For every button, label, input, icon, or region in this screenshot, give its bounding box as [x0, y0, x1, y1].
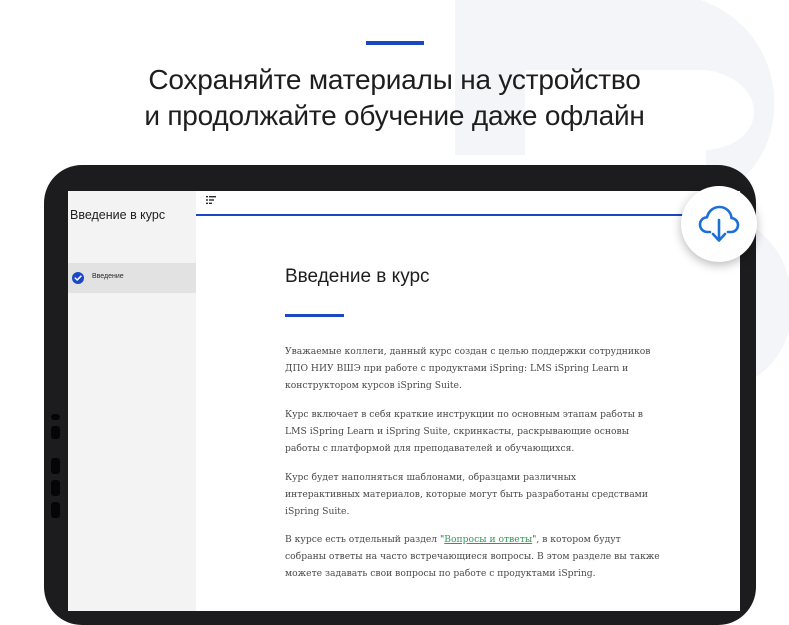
- accent-bar: [366, 41, 424, 45]
- cloud-download-icon: [698, 205, 740, 242]
- headline-line-2: и продолжайте обучение даже офлайн: [144, 100, 645, 131]
- menu-list-icon[interactable]: [206, 196, 216, 204]
- paragraph-line: Курс включает в себя краткие инструкции …: [285, 409, 643, 420]
- paragraph-line: можете задавать свои вопросы по работе с…: [285, 568, 596, 579]
- paragraph-line: iSpring Suite.: [285, 506, 350, 517]
- sidebar-item-label: Введение: [92, 273, 124, 280]
- paragraph-line: работы с платформой для преподавателей и…: [285, 443, 575, 454]
- download-button[interactable]: [681, 186, 757, 262]
- tablet-button: [51, 480, 60, 496]
- paragraph-text: ", в котором будут: [532, 534, 621, 545]
- paragraph-line: В курсе есть отдельный раздел "Вопросы и…: [285, 531, 645, 548]
- paragraph-line: интерактивных материалов, которые могут …: [285, 489, 648, 500]
- paragraph-line: конструктором курсов iSpring Suite.: [285, 380, 462, 391]
- tablet-button: [51, 502, 60, 518]
- paragraph-line: ДПО НИУ ВШЭ при работе с продуктами iSpr…: [285, 363, 629, 374]
- course-sidebar: Введение в курс Введение: [68, 191, 196, 611]
- tablet-screen: Введение в курс Введение Введение в курс…: [68, 191, 740, 611]
- faq-link[interactable]: Вопросы и ответы: [444, 534, 532, 545]
- sidebar-course-title: Введение в курс: [70, 208, 166, 222]
- paragraph-line: LMS iSpring Learn и iSpring Suite, скрин…: [285, 426, 630, 437]
- paragraph-text: В курсе есть отдельный раздел ": [285, 534, 445, 545]
- paragraph-line: собраны ответы на часто встречающиеся во…: [285, 551, 660, 562]
- content-paragraph: В курсе есть отдельный раздел "Вопросы и…: [285, 531, 660, 582]
- check-circle-icon: [72, 272, 84, 284]
- content-area: Введение в курс Уважаемые коллеги, данны…: [196, 191, 740, 611]
- headline-line-1: Сохраняйте материалы на устройство: [148, 64, 641, 95]
- sidebar-item-introduction[interactable]: Введение: [68, 263, 196, 293]
- content-title: Введение в курс: [285, 266, 430, 287]
- promo-headline: Сохраняйте материалы на устройство и про…: [0, 62, 789, 134]
- progress-line: [196, 214, 740, 216]
- content-paragraph: Уважаемые коллеги, данный курс создан с …: [285, 343, 651, 394]
- paragraph-line: Уважаемые коллеги, данный курс создан с …: [285, 346, 651, 357]
- content-paragraph: Курс будет наполняться шаблонами, образц…: [285, 469, 648, 520]
- tablet-button: [51, 426, 60, 439]
- tablet-camera: [51, 414, 60, 420]
- title-underline: [285, 314, 344, 317]
- tablet-button: [51, 458, 60, 474]
- content-paragraph: Курс включает в себя краткие инструкции …: [285, 406, 645, 457]
- paragraph-line: Курс будет наполняться шаблонами, образц…: [285, 472, 577, 483]
